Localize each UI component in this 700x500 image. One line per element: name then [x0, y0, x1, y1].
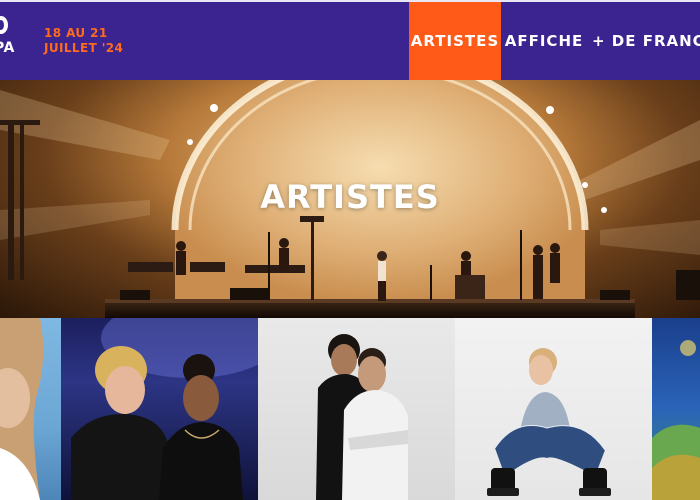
festival-dates: 18 AU 21 JUILLET '24 [44, 26, 123, 56]
artist-card-1[interactable] [0, 318, 61, 500]
logo-ring-icon [0, 16, 8, 34]
dates-line-2: JUILLET '24 [44, 41, 124, 55]
nav-item-label: + DE FRANCOS [592, 32, 700, 50]
artist-photo-4 [487, 348, 611, 496]
site-header: PA 18 AU 21 JUILLET '24 ARTISTES AFFICHE… [0, 0, 700, 80]
artist-card-2[interactable] [61, 318, 258, 500]
nav-item-affiche[interactable]: AFFICHE [501, 2, 587, 80]
nav-item-label: AFFICHE [504, 32, 584, 50]
hero-title: ARTISTES [260, 178, 440, 216]
festival-logo[interactable]: PA [0, 16, 22, 68]
artist-photo-3 [316, 334, 408, 500]
artist-photo-2 [71, 318, 258, 500]
artist-photo-1 [0, 318, 44, 500]
nav-item-label: ARTISTES [410, 32, 500, 50]
artist-photo-5 [652, 340, 700, 500]
artist-card-4[interactable] [455, 318, 652, 500]
logo-text: PA [0, 40, 15, 56]
dates-line-1: 18 AU 21 [44, 26, 108, 40]
nav-item-more-francos[interactable]: + DE FRANCOS [592, 2, 700, 80]
artist-card-3[interactable] [258, 318, 455, 500]
hero-banner: ARTISTES [0, 80, 700, 318]
artist-card-5[interactable] [652, 318, 700, 500]
nav-item-artistes[interactable]: ARTISTES [409, 2, 501, 80]
